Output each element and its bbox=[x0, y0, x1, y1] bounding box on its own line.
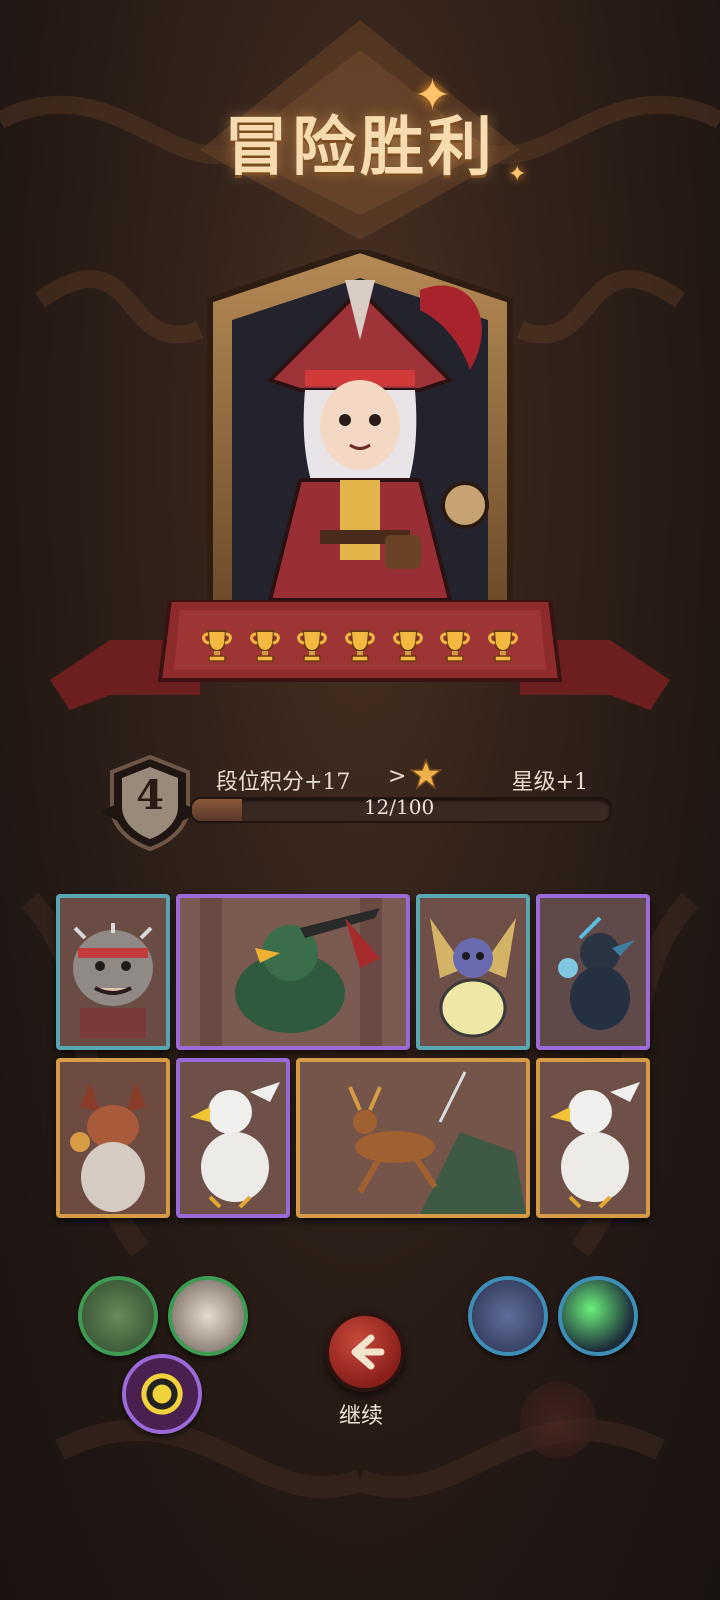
trophy-icon bbox=[202, 630, 232, 662]
skill-target-icon[interactable] bbox=[122, 1354, 202, 1434]
bee-art bbox=[420, 898, 526, 1046]
green-parrot-card[interactable] bbox=[176, 894, 410, 1050]
skill-cards-icon[interactable] bbox=[168, 1276, 248, 1356]
deer-art bbox=[300, 1062, 526, 1214]
bee-bug-card[interactable] bbox=[416, 894, 530, 1050]
trophy-icon bbox=[392, 630, 423, 662]
eagle-art bbox=[180, 1062, 286, 1214]
arrow-text: > bbox=[388, 764, 407, 789]
rank-points-text: 段位积分+17 bbox=[216, 770, 351, 795]
spiked-boar-card[interactable] bbox=[56, 894, 170, 1050]
eagle-card[interactable] bbox=[176, 1058, 290, 1218]
continue-button[interactable] bbox=[325, 1312, 405, 1392]
trophy-icon bbox=[440, 630, 471, 662]
continue-label: 继续 bbox=[338, 1404, 383, 1429]
disabled-gear-button bbox=[520, 1382, 596, 1458]
star-level-text: 星级+1 bbox=[511, 770, 588, 795]
trophy-icon bbox=[297, 630, 328, 662]
trophy-icon bbox=[345, 630, 375, 662]
fox-art bbox=[60, 1062, 166, 1214]
trophy-icon bbox=[249, 630, 280, 662]
arrow-left-icon bbox=[351, 1334, 385, 1370]
rank-number: 4 bbox=[136, 772, 164, 819]
boar-art bbox=[60, 898, 166, 1046]
hero-portrait bbox=[207, 250, 513, 613]
parrot-art bbox=[180, 898, 406, 1046]
skill-shears-icon[interactable] bbox=[468, 1276, 548, 1356]
victory-title: 冒险胜利 bbox=[224, 111, 496, 185]
sparkle-icon: ✦ bbox=[508, 162, 527, 187]
deer-card[interactable] bbox=[296, 1058, 530, 1218]
trophy-row bbox=[200, 620, 520, 670]
skill-forest-icon[interactable] bbox=[78, 1276, 158, 1356]
eagle-card-2[interactable] bbox=[536, 1058, 650, 1218]
skill-green-smoke-icon[interactable] bbox=[558, 1276, 638, 1356]
crow-shadow-card[interactable] bbox=[536, 894, 650, 1050]
eagle-art-2 bbox=[540, 1062, 646, 1214]
progress-text: 12/100 bbox=[363, 795, 435, 819]
fox-card[interactable] bbox=[56, 1058, 170, 1218]
trophy-icon bbox=[488, 630, 518, 662]
star-icon bbox=[410, 758, 442, 790]
sparkle-icon: ✦ bbox=[414, 70, 451, 121]
crow-art bbox=[540, 898, 646, 1046]
